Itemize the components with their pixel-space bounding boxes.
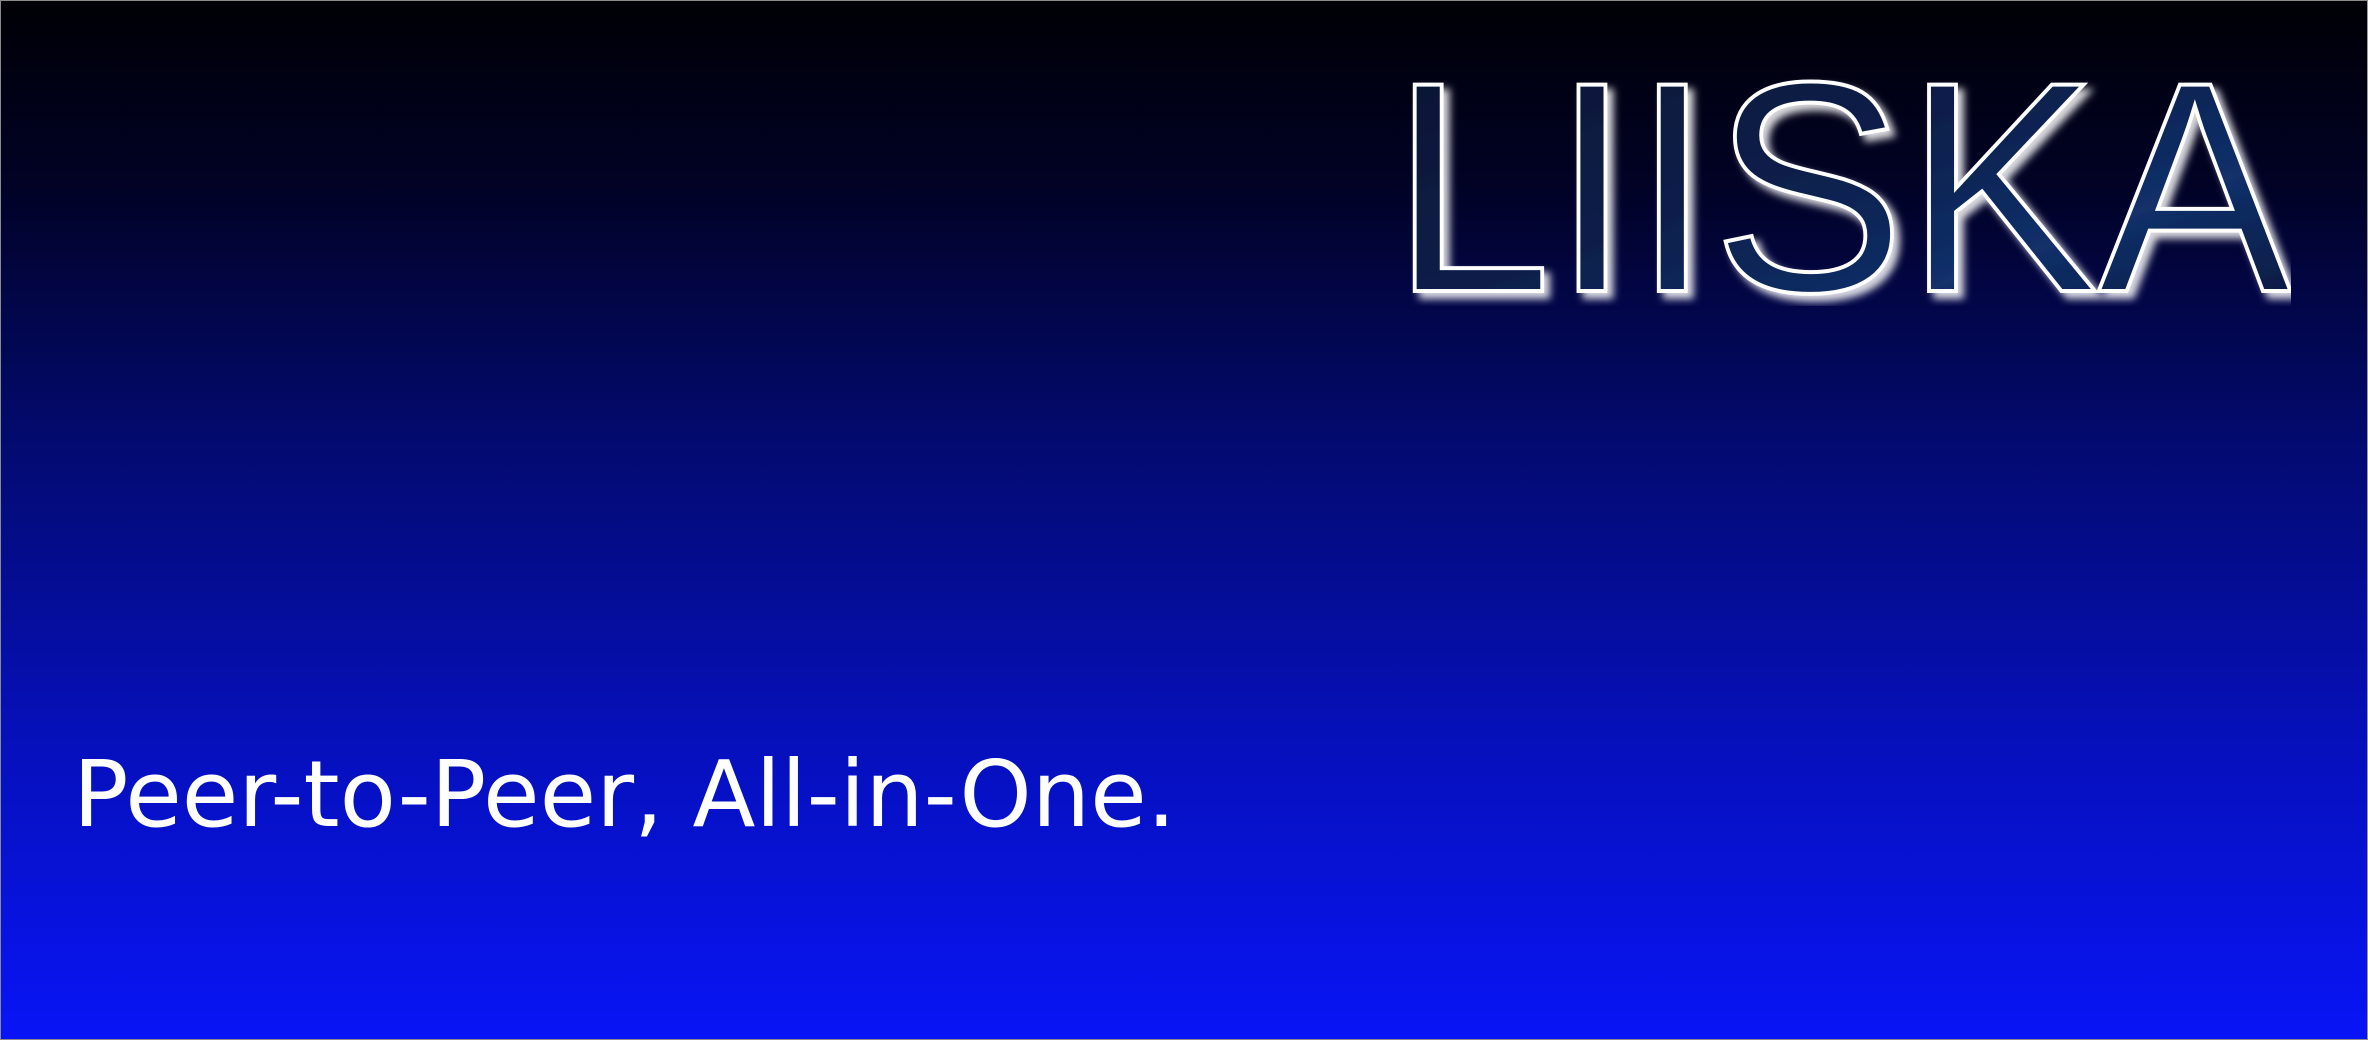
logo-text: LIISKA: [1391, 56, 2291, 306]
tagline: Peer-to-Peer, All-in-One.: [73, 741, 1176, 848]
liiska-logo: LIISKA: [1391, 56, 2291, 306]
banner: LIISKA Peer-to-Peer, All-in-One.: [0, 0, 2368, 1040]
